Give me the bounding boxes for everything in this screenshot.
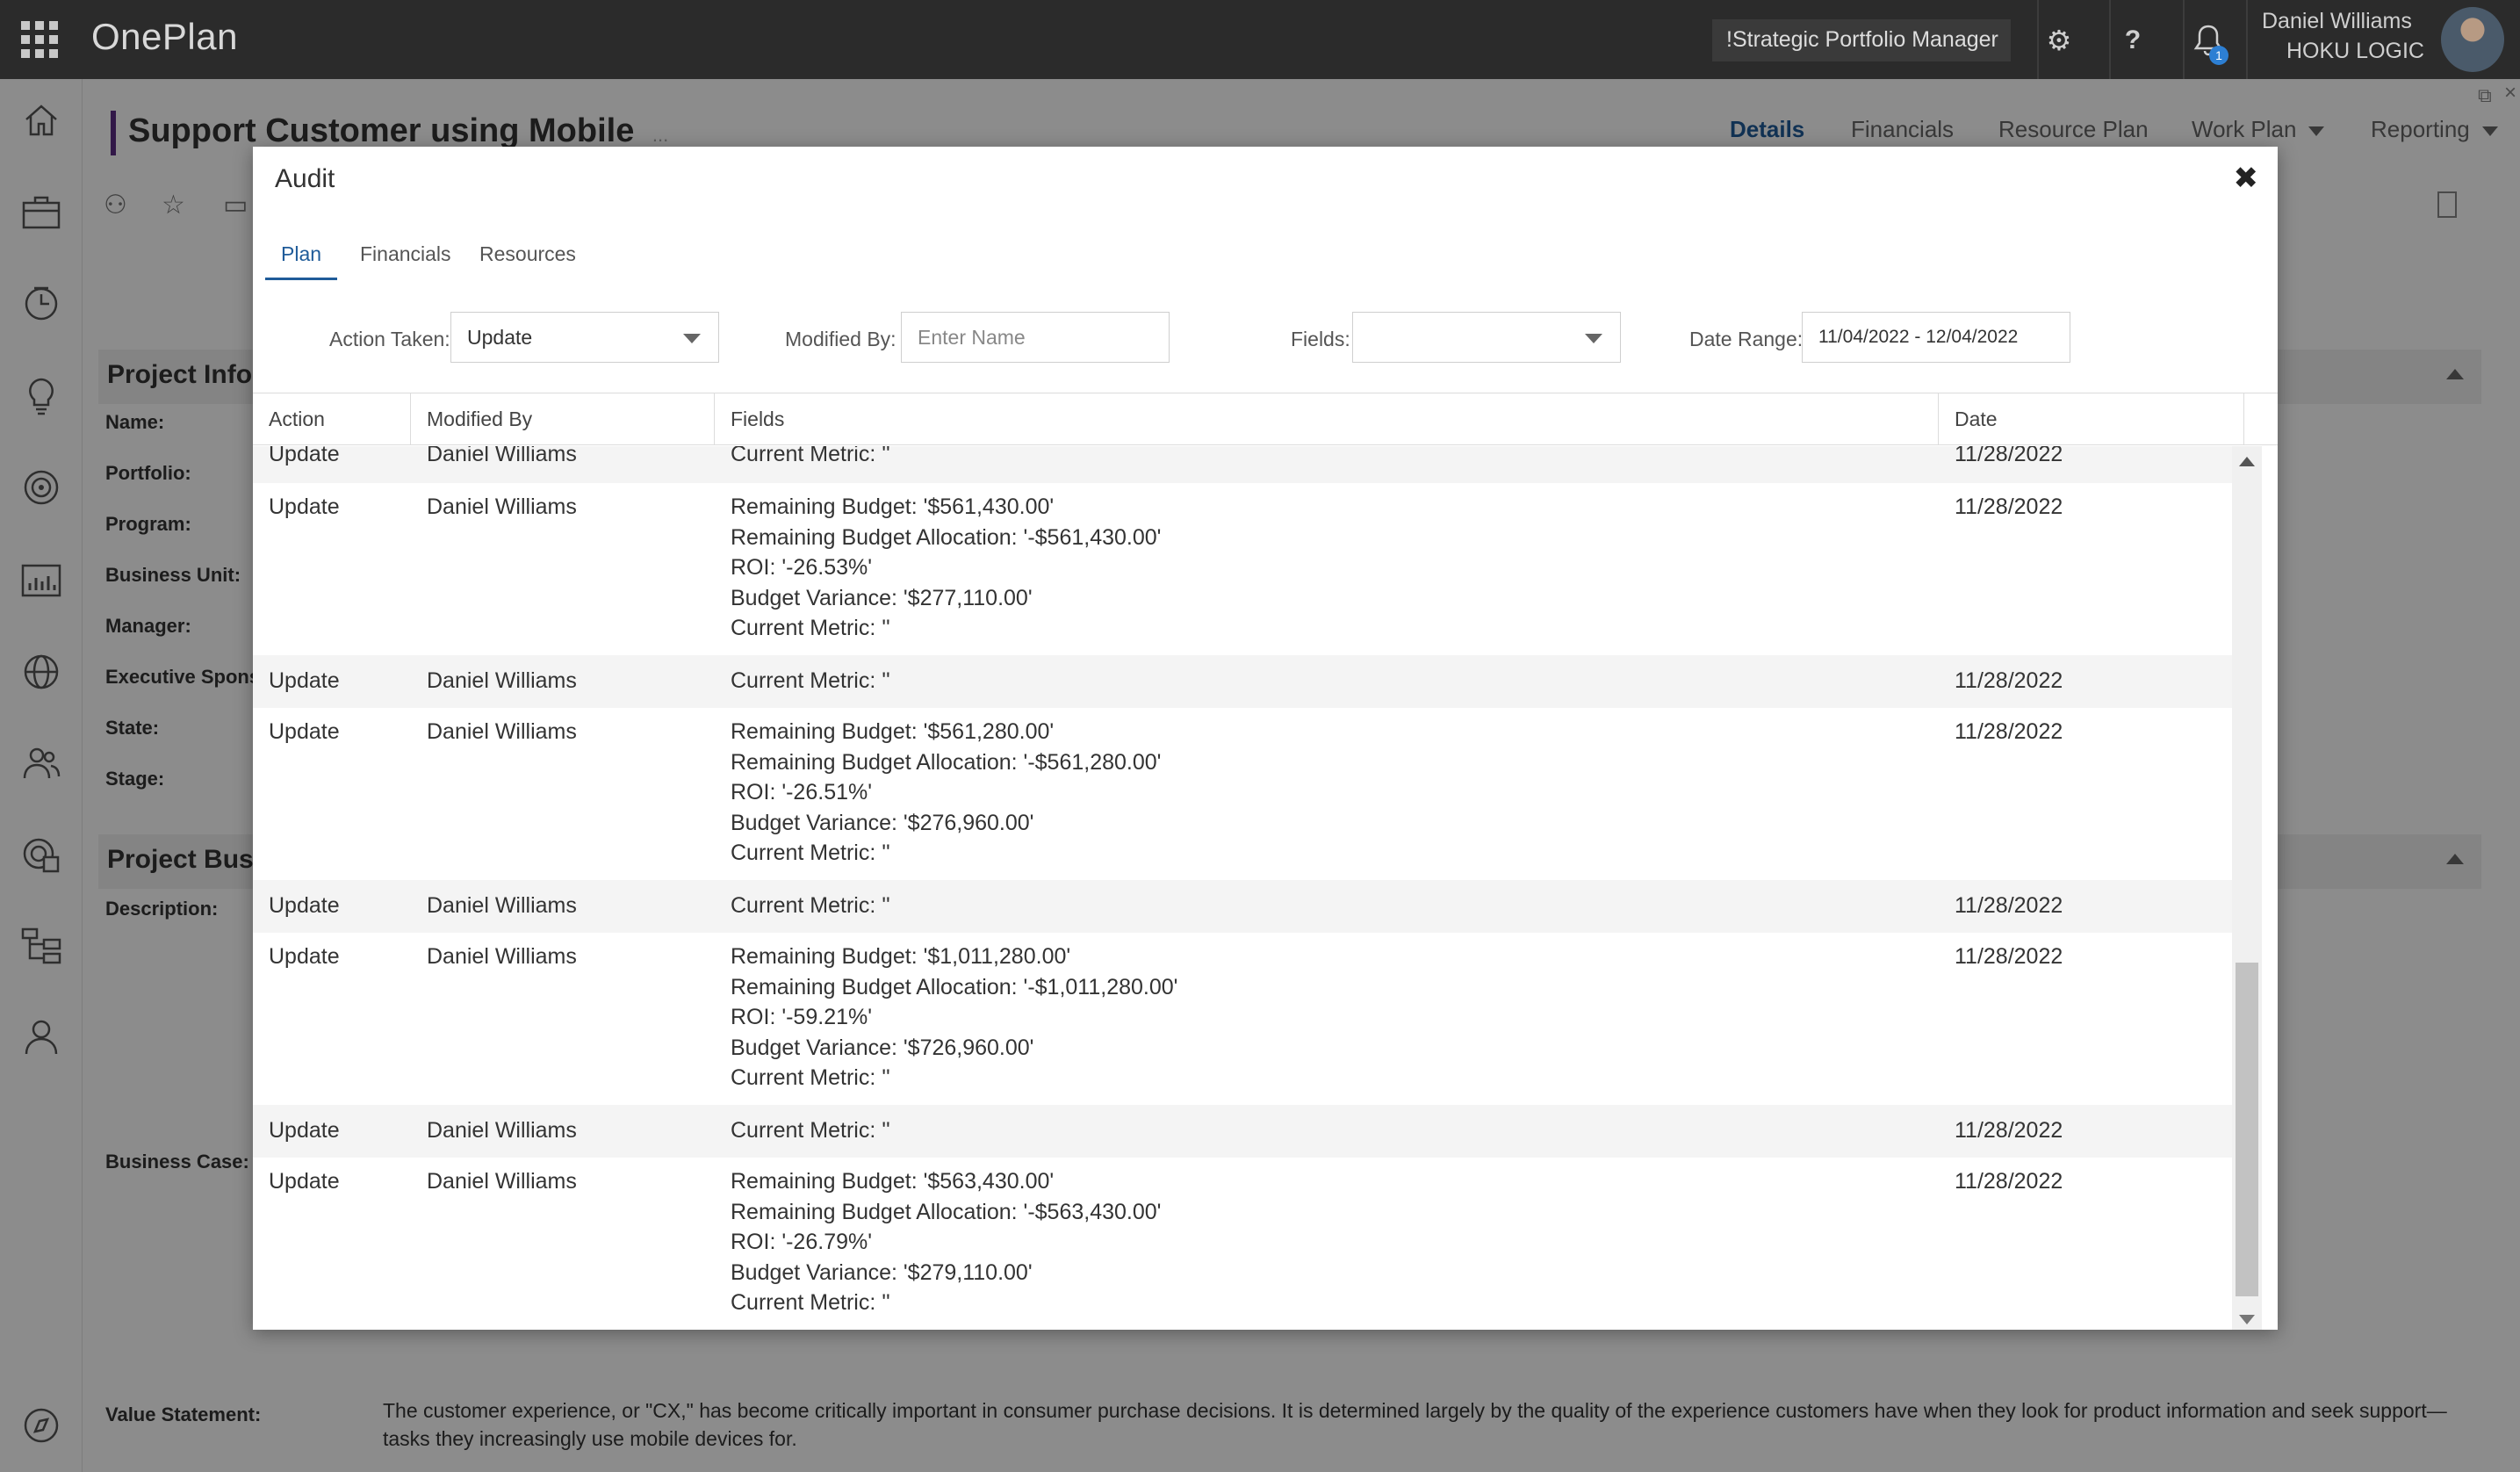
avatar[interactable] [2441,7,2504,72]
grid-scrollbar[interactable] [2232,446,2262,1330]
column-header-fields[interactable]: Fields [715,393,1939,444]
cell-modified-by: Daniel Williams [427,668,577,693]
table-row[interactable]: Update Daniel Williams Current Metric: '… [253,446,2248,483]
app-launcher-icon[interactable] [21,21,58,58]
cell-action: Update [269,893,340,918]
scroll-down-icon[interactable] [2239,1315,2255,1324]
workspace-selector[interactable]: !Strategic Portfolio Manager [1712,19,2011,61]
cell-modified-by: Daniel Williams [427,494,577,519]
cell-action: Update [269,719,340,744]
scroll-up-icon[interactable] [2239,457,2255,466]
modified-by-input[interactable]: Enter Name [901,312,1170,363]
cell-fields: Current Metric: '' [731,1118,890,1143]
cell-fields: Remaining Budget: '$1,011,280.00' Remain… [731,944,1178,1090]
cell-date: 11/28/2022 [1955,1118,2063,1143]
cell-date: 11/28/2022 [1955,668,2063,693]
cell-date: 11/28/2022 [1955,944,2063,969]
cell-modified-by: Daniel Williams [427,893,577,918]
action-taken-value: Update [467,326,533,349]
cell-action: Update [269,668,340,693]
notification-badge: 1 [2209,46,2228,65]
cell-modified-by: Daniel Williams [427,1118,577,1143]
cell-fields: Current Metric: '' [731,446,890,466]
dialog-title: Audit [275,164,335,193]
action-taken-label: Action Taken: [329,328,450,350]
column-header-date[interactable]: Date [1939,393,2244,444]
cell-date: 11/28/2022 [1955,494,2063,519]
table-row[interactable]: Update Daniel Williams Remaining Budget:… [253,1158,2248,1330]
column-header-modified-by[interactable]: Modified By [411,393,715,444]
cell-date: 11/28/2022 [1955,893,2063,918]
cell-action: Update [269,1169,340,1194]
gear-icon[interactable]: ⚙ [2037,19,2081,61]
close-icon[interactable]: ✖ [2234,161,2259,196]
chevron-down-icon [683,334,701,343]
scrollbar-thumb[interactable] [2236,963,2258,1296]
action-taken-select[interactable]: Update [450,312,719,363]
divider [2246,0,2248,79]
user-name[interactable]: Daniel Williams [2262,9,2412,34]
audit-grid-body: Update Daniel Williams Current Metric: '… [253,446,2248,1330]
chevron-down-icon [1585,334,1602,343]
table-row[interactable]: Update Daniel Williams Current Metric: '… [253,880,2248,933]
tab-resources[interactable]: Resources [464,240,592,280]
fields-label: Fields: [1291,328,1350,350]
top-bar: OnePlan !Strategic Portfolio Manager ⚙ ?… [0,0,2520,79]
cell-fields: Current Metric: '' [731,668,890,693]
cell-fields: Remaining Budget: '$561,280.00' Remainin… [731,719,1162,865]
column-header-action[interactable]: Action [253,393,411,444]
cell-fields: Current Metric: '' [731,893,890,918]
audit-grid-header: Action Modified By Fields Date [253,393,2278,445]
tab-financials[interactable]: Financials [344,240,467,280]
cell-action: Update [269,446,340,466]
cell-fields: Remaining Budget: '$563,430.00' Remainin… [731,1169,1162,1315]
brand-logo: OnePlan [91,16,238,57]
cell-date: 11/28/2022 [1955,1169,2063,1194]
cell-modified-by: Daniel Williams [427,1169,577,1194]
cell-modified-by: Daniel Williams [427,446,577,466]
tab-plan[interactable]: Plan [265,240,338,280]
cell-modified-by: Daniel Williams [427,944,577,969]
cell-action: Update [269,494,340,519]
divider [2183,0,2185,79]
date-range-label: Date Range: [1689,328,1804,350]
user-organization: HOKU LOGIC [2286,39,2424,63]
help-icon[interactable]: ? [2111,19,2155,61]
modified-by-label: Modified By: [785,328,896,350]
table-row[interactable]: Update Daniel Williams Current Metric: '… [253,655,2248,708]
cell-action: Update [269,1118,340,1143]
table-row[interactable]: Update Daniel Williams Remaining Budget:… [253,483,2248,655]
cell-action: Update [269,944,340,969]
table-row[interactable]: Update Daniel Williams Remaining Budget:… [253,708,2248,880]
audit-dialog: Audit ✖ Plan Financials Resources Action… [253,147,2278,1330]
table-row[interactable]: Update Daniel Williams Remaining Budget:… [253,933,2248,1105]
cell-date: 11/28/2022 [1955,719,2063,744]
fields-select[interactable] [1352,312,1621,363]
cell-modified-by: Daniel Williams [427,719,577,744]
cell-date: 11/28/2022 [1955,446,2063,466]
table-row[interactable]: Update Daniel Williams Current Metric: '… [253,1105,2248,1158]
cell-fields: Remaining Budget: '$561,430.00' Remainin… [731,494,1162,640]
date-range-input[interactable]: 11/04/2022 - 12/04/2022 [1802,312,2070,363]
